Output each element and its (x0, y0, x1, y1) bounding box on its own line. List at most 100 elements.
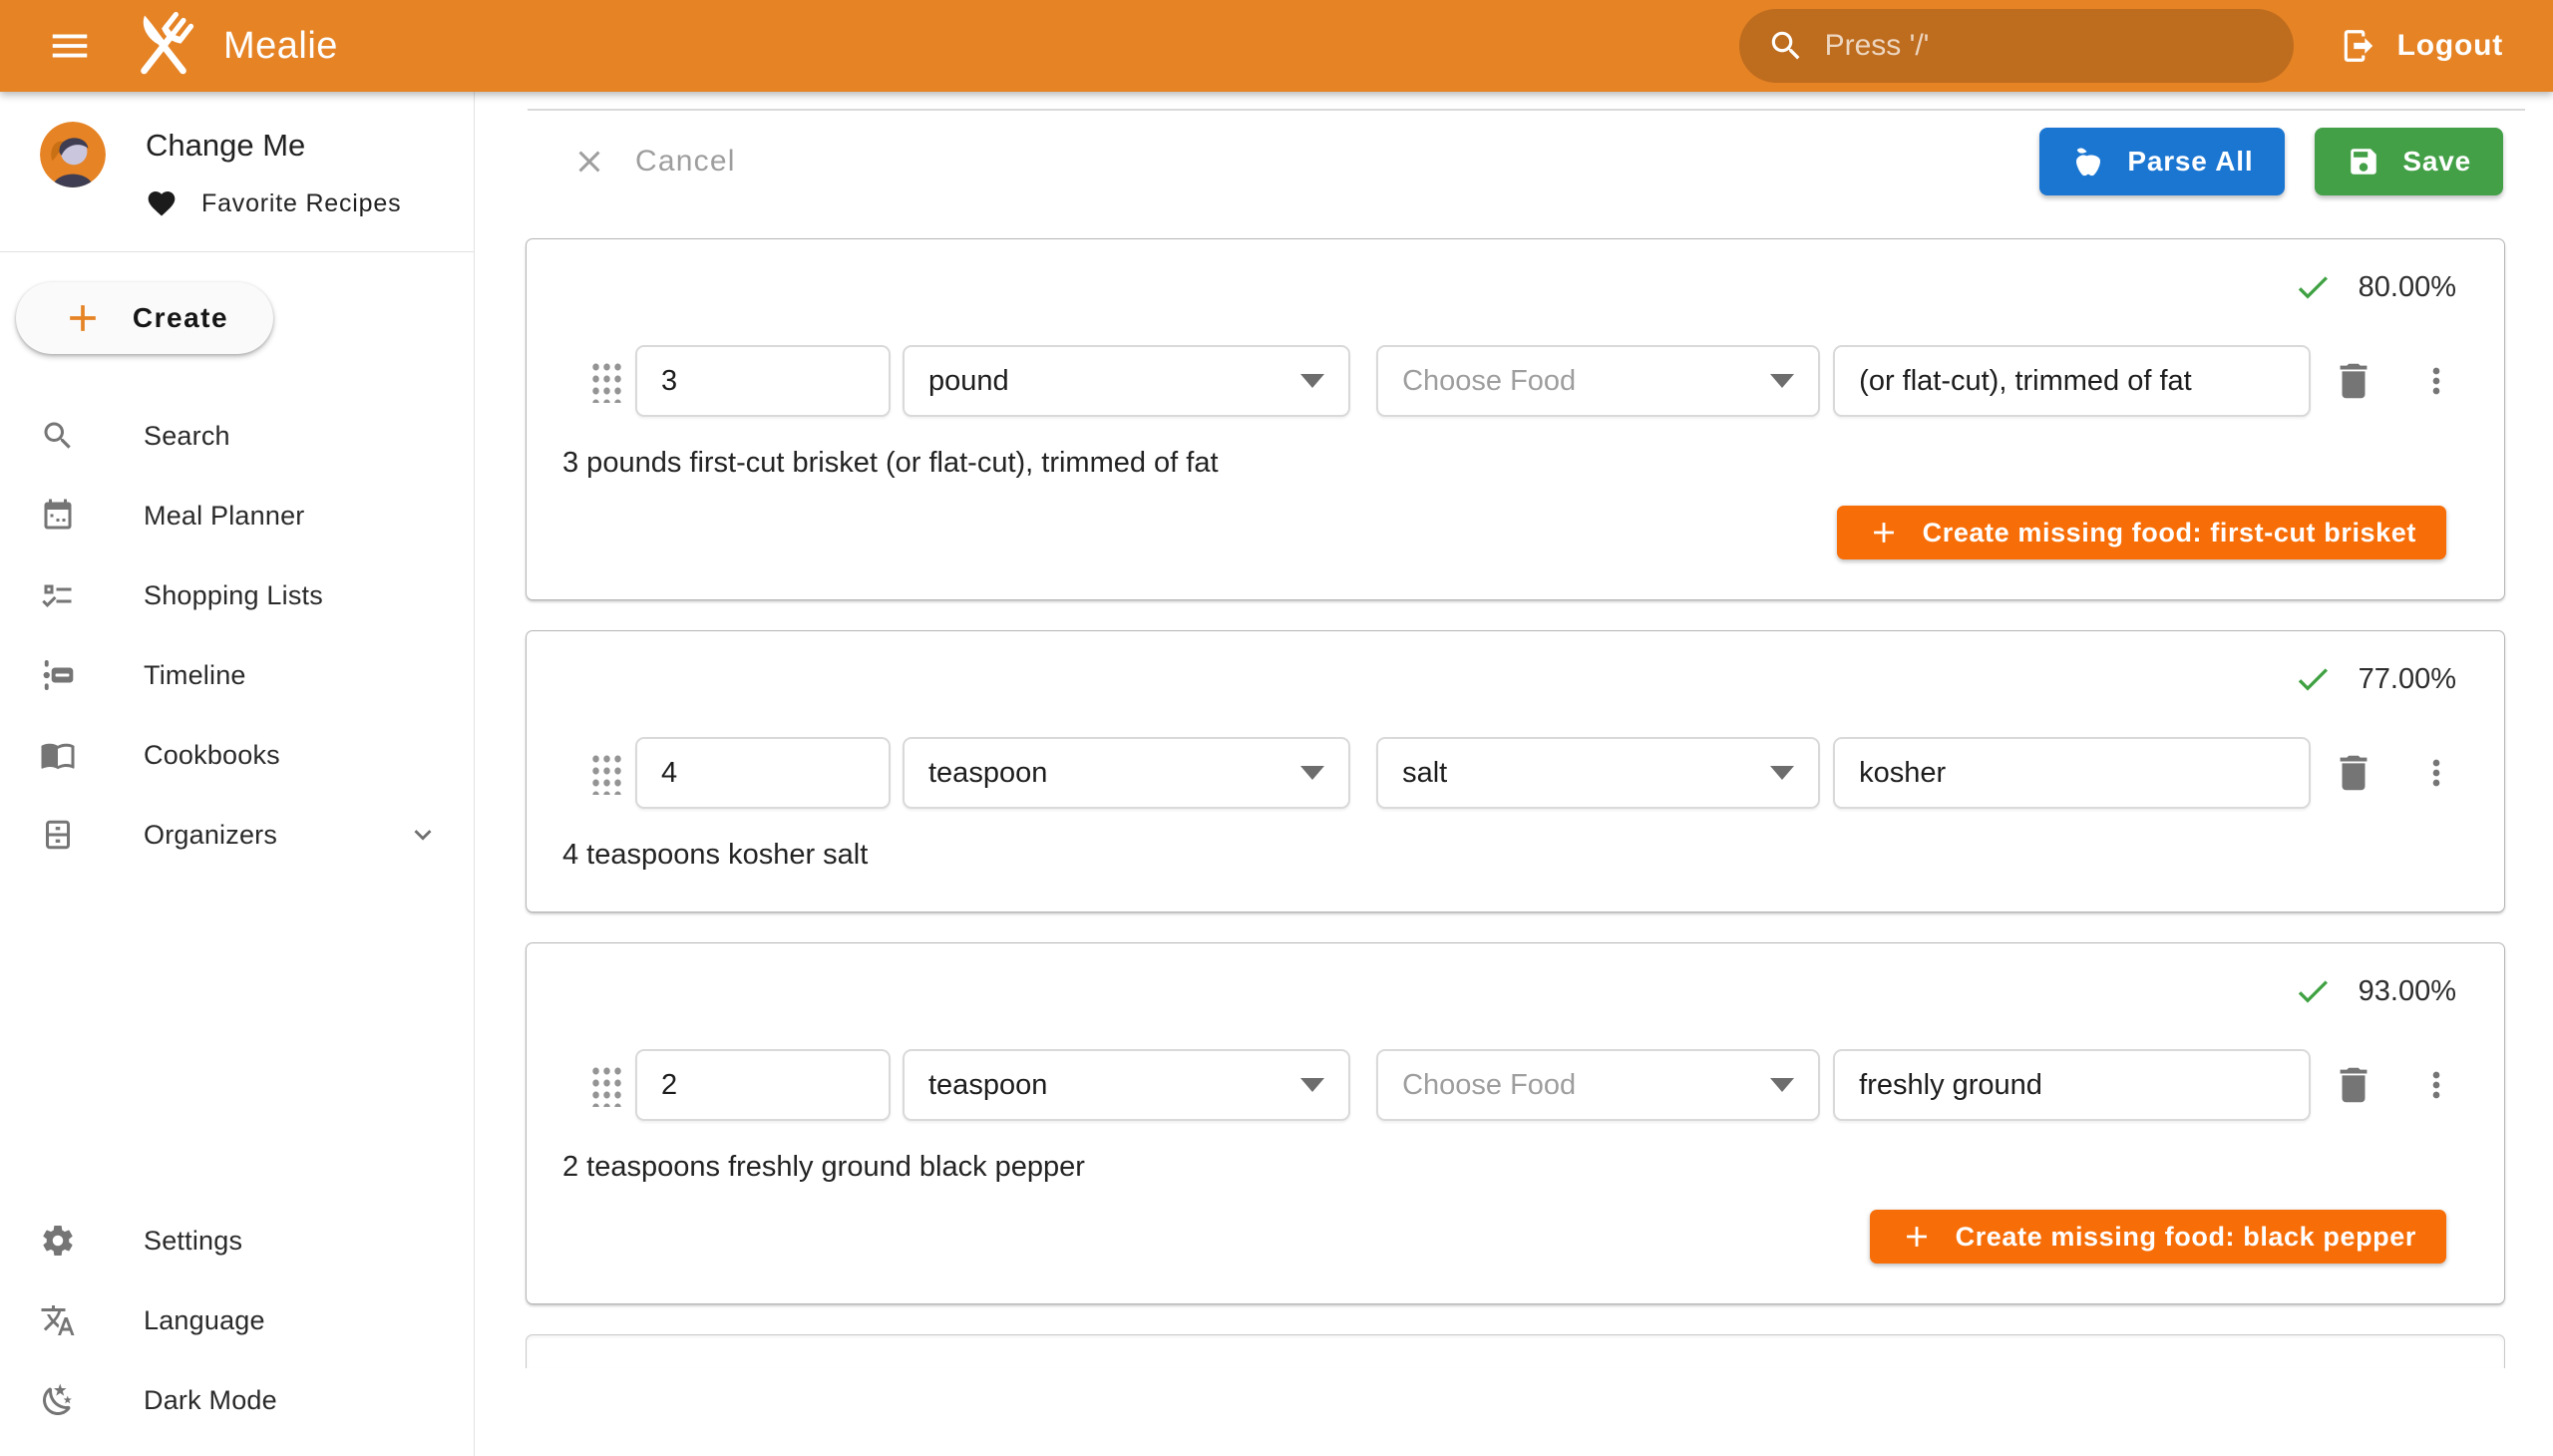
quantity-input[interactable] (635, 345, 891, 417)
chevron-down-icon[interactable] (406, 818, 440, 852)
user-block: Change Me Favorite Recipes (0, 92, 474, 219)
delete-ingredient-button[interactable] (2331, 750, 2376, 796)
main-content: Cancel Parse All Save 80.00% pound (475, 92, 2553, 1456)
drag-handle-icon[interactable] (589, 1063, 621, 1107)
check-icon (2293, 971, 2333, 1011)
logout-button[interactable]: Logout (2330, 10, 2513, 82)
global-search[interactable] (1739, 9, 2294, 83)
delete-ingredient-button[interactable] (2331, 358, 2376, 404)
kebab-icon (2416, 361, 2456, 401)
sidebar-item-label: Shopping Lists (144, 580, 323, 611)
note-input[interactable] (1833, 737, 2311, 809)
logout-icon (2340, 27, 2377, 65)
ingredient-more-menu-button[interactable] (2416, 1065, 2456, 1105)
ingredient-card: 93.00% teaspoon Choose Food (526, 942, 2505, 1304)
food-value: Choose Food (1402, 365, 1576, 398)
unit-value: teaspoon (928, 757, 1047, 790)
cog-icon (40, 1223, 76, 1259)
create-missing-food-label: Create missing food: black pepper (1956, 1222, 2416, 1253)
delete-ingredient-button[interactable] (2331, 1062, 2376, 1108)
sidebar-item[interactable]: Cookbooks (0, 715, 474, 795)
food-value: Choose Food (1402, 1069, 1576, 1102)
ingredient-more-menu-button[interactable] (2416, 361, 2456, 401)
sidebar-item-label: Meal Planner (144, 501, 305, 532)
note-input[interactable] (1833, 345, 2311, 417)
unit-select[interactable]: teaspoon (903, 1049, 1350, 1121)
sidebar-nav: Search Meal Planner Shopping Lists Timel… (0, 396, 474, 875)
sidebar-item-label: Cookbooks (144, 740, 280, 771)
magnify-icon (40, 418, 76, 454)
plus-icon (1900, 1220, 1934, 1254)
sidebar-divider (0, 251, 474, 252)
mealie-logo-icon (122, 4, 205, 88)
trash-icon (2331, 1062, 2376, 1108)
save-icon (2347, 145, 2380, 179)
kebab-icon (2416, 1065, 2456, 1105)
sidebar-footer-item[interactable]: Dark Mode (0, 1360, 474, 1440)
original-ingredient-text: 2 teaspoons freshly ground black pepper (562, 1151, 2456, 1184)
create-button[interactable]: Create (16, 282, 273, 354)
ingredient-fields-row: teaspoon Choose Food (562, 1049, 2456, 1121)
timeline-icon (40, 657, 76, 693)
moon-icon (40, 1382, 76, 1418)
sidebar-item[interactable]: Timeline (0, 635, 474, 715)
ingredient-fields-row: pound Choose Food (562, 345, 2456, 417)
quantity-input[interactable] (635, 737, 891, 809)
sidebar-item-label: Dark Mode (144, 1385, 277, 1416)
food-value: salt (1402, 757, 1447, 790)
sidebar-item[interactable]: Meal Planner (0, 476, 474, 555)
parse-all-button[interactable]: Parse All (2039, 128, 2285, 195)
ingredient-card: 77.00% teaspoon salt (526, 630, 2505, 912)
apple-icon (2071, 145, 2105, 179)
user-text: Change Me Favorite Recipes (146, 122, 401, 219)
sidebar-footer-item[interactable]: Settings (0, 1201, 474, 1280)
drag-handle-icon[interactable] (589, 359, 621, 403)
global-search-input[interactable] (1825, 29, 2266, 63)
logout-label: Logout (2397, 29, 2503, 63)
sidebar-item[interactable]: Organizers (0, 795, 474, 875)
note-input[interactable] (1833, 1049, 2311, 1121)
confidence-value: 80.00% (2359, 271, 2456, 304)
confidence-value: 77.00% (2359, 663, 2456, 696)
create-missing-food-button[interactable]: Create missing food: black pepper (1870, 1210, 2446, 1264)
food-select[interactable]: salt (1376, 737, 1820, 809)
drawers-icon (40, 817, 76, 853)
ingredient-more-menu-button[interactable] (2416, 753, 2456, 793)
sidebar-footer-item[interactable]: Language (0, 1280, 474, 1360)
app-title: Mealie (223, 25, 338, 68)
create-missing-food-button[interactable]: Create missing food: first-cut brisket (1837, 506, 2446, 559)
food-select[interactable]: Choose Food (1376, 1049, 1820, 1121)
trash-icon (2331, 750, 2376, 796)
favorite-recipes-link[interactable]: Favorite Recipes (146, 187, 401, 219)
parse-all-label: Parse All (2127, 146, 2253, 178)
unit-value: teaspoon (928, 1069, 1047, 1102)
confidence-row: 93.00% (562, 969, 2456, 1013)
create-food-row: Create missing food: black pepper (562, 1210, 2456, 1264)
search-icon (1767, 27, 1805, 65)
ingredient-card: 80.00% pound Choose Food (526, 238, 2505, 600)
sidebar-item[interactable]: Search (0, 396, 474, 476)
checklist-icon (40, 577, 76, 613)
favorites-label: Favorite Recipes (201, 189, 401, 218)
close-icon (571, 144, 607, 180)
user-name: Change Me (146, 122, 401, 164)
sidebar-item[interactable]: Shopping Lists (0, 555, 474, 635)
unit-select[interactable]: pound (903, 345, 1350, 417)
unit-value: pound (928, 365, 1009, 398)
menu-icon[interactable] (44, 20, 96, 72)
unit-select[interactable]: teaspoon (903, 737, 1350, 809)
create-label: Create (133, 302, 228, 334)
avatar[interactable] (40, 122, 106, 187)
original-ingredient-text: 3 pounds first-cut brisket (or flat-cut)… (562, 447, 2456, 480)
drag-handle-icon[interactable] (589, 751, 621, 795)
cancel-button[interactable]: Cancel (561, 136, 746, 187)
save-label: Save (2402, 146, 2471, 178)
next-ingredient-card-partial (526, 1334, 2505, 1368)
confidence-row: 77.00% (562, 657, 2456, 701)
parser-toolbar: Cancel Parse All Save (475, 111, 2553, 212)
save-button[interactable]: Save (2315, 128, 2503, 195)
quantity-input[interactable] (635, 1049, 891, 1121)
translate-icon (40, 1302, 76, 1338)
food-select[interactable]: Choose Food (1376, 345, 1820, 417)
check-icon (2293, 659, 2333, 699)
